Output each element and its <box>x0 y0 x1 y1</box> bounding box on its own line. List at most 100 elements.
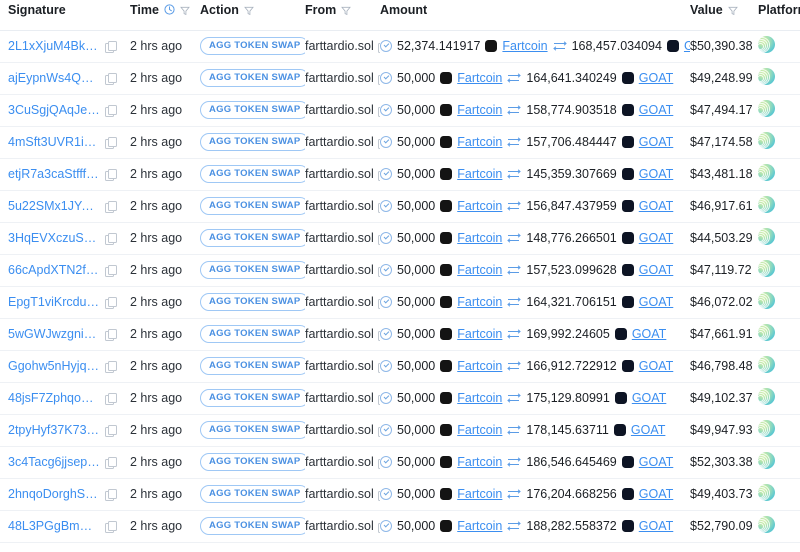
copy-icon[interactable] <box>105 40 117 53</box>
copy-icon[interactable] <box>105 264 117 277</box>
token-name-in[interactable]: Fartcoin <box>457 167 502 181</box>
action-badge[interactable]: AGG TOKEN SWAP <box>200 421 305 439</box>
jupiter-platform-icon[interactable] <box>758 516 775 533</box>
token-name-in[interactable]: Fartcoin <box>457 327 502 341</box>
signature-link[interactable]: 3c4Tacg6jjsepXL1S... <box>8 455 100 469</box>
jupiter-platform-icon[interactable] <box>758 484 775 501</box>
table-row[interactable]: 66cApdXTN2fKNaR... 2 hrs ago AGG TOKEN SWA… <box>0 254 800 287</box>
from-address[interactable]: farttardio.sol <box>305 39 374 53</box>
copy-icon[interactable] <box>105 296 117 309</box>
action-badge[interactable]: AGG TOKEN SWAP <box>200 453 305 471</box>
table-row[interactable]: 3CuSgjQAqJeuoJHQ... 2 hrs ago AGG TOKEN SW… <box>0 94 800 127</box>
token-name-in[interactable]: Fartcoin <box>457 103 502 117</box>
filter-icon-action[interactable] <box>244 5 254 15</box>
jupiter-platform-icon[interactable] <box>758 164 775 181</box>
jupiter-platform-icon[interactable] <box>758 324 775 341</box>
token-name-in[interactable]: Fartcoin <box>457 359 502 373</box>
copy-icon[interactable] <box>105 104 117 117</box>
copy-icon[interactable] <box>105 232 117 245</box>
copy-icon[interactable] <box>105 488 117 501</box>
action-badge[interactable]: AGG TOKEN SWAP <box>200 101 305 119</box>
token-name-out[interactable]: GOAT <box>639 295 674 309</box>
token-name-out[interactable]: GOAT <box>639 359 674 373</box>
action-badge[interactable]: AGG TOKEN SWAP <box>200 165 305 183</box>
token-name-out[interactable]: GOAT <box>639 519 674 533</box>
table-row[interactable]: 2tpyHyf37K73ViWK... 2 hrs ago AGG TOKEN SW… <box>0 414 800 447</box>
filter-icon-time[interactable] <box>180 5 190 15</box>
table-row[interactable]: EpgT1viKrcduYWg1... 2 hrs ago AGG TOKEN SW… <box>0 286 800 319</box>
action-badge[interactable]: AGG TOKEN SWAP <box>200 517 305 535</box>
from-address[interactable]: farttardio.sol <box>305 135 374 149</box>
jupiter-platform-icon[interactable] <box>758 132 775 149</box>
from-address[interactable]: farttardio.sol <box>305 327 374 341</box>
table-row[interactable]: 48L3PGgBmRXnqAc... 2 hrs ago AGG TOKEN SWA… <box>0 510 800 543</box>
action-badge[interactable]: AGG TOKEN SWAP <box>200 197 305 215</box>
signature-link[interactable]: 48L3PGgBmRXnqAc... <box>8 519 100 533</box>
signature-link[interactable]: 5wGWJwzgniHNefV... <box>8 327 100 341</box>
action-badge[interactable]: AGG TOKEN SWAP <box>200 133 305 151</box>
signature-link[interactable]: 3HqEVXczuSaPCqM... <box>8 231 100 245</box>
filter-icon-value[interactable] <box>727 5 738 15</box>
table-row[interactable]: 3HqEVXczuSaPCqM... 2 hrs ago AGG TOKEN SWA… <box>0 222 800 255</box>
action-badge[interactable]: AGG TOKEN SWAP <box>200 69 305 87</box>
from-address[interactable]: farttardio.sol <box>305 487 374 501</box>
copy-icon[interactable] <box>105 168 117 181</box>
copy-icon[interactable] <box>105 392 117 405</box>
copy-icon[interactable] <box>105 520 117 533</box>
token-name-out[interactable]: GOAT <box>639 167 674 181</box>
action-badge[interactable]: AGG TOKEN SWAP <box>200 485 305 503</box>
table-row[interactable]: Ggohw5nHyjqT2DjQ... 2 hrs ago AGG TOKEN SW… <box>0 350 800 383</box>
from-address[interactable]: farttardio.sol <box>305 519 374 533</box>
copy-icon[interactable] <box>105 424 117 437</box>
token-name-in[interactable]: Fartcoin <box>457 71 502 85</box>
action-badge[interactable]: AGG TOKEN SWAP <box>200 357 305 375</box>
jupiter-platform-icon[interactable] <box>758 228 775 245</box>
from-address[interactable]: farttardio.sol <box>305 71 374 85</box>
jupiter-platform-icon[interactable] <box>758 452 775 469</box>
from-address[interactable]: farttardio.sol <box>305 263 374 277</box>
token-name-out[interactable]: GOAT <box>632 391 667 405</box>
action-badge[interactable]: AGG TOKEN SWAP <box>200 389 305 407</box>
clock-icon[interactable] <box>164 4 175 15</box>
from-address[interactable]: farttardio.sol <box>305 199 374 213</box>
copy-icon[interactable] <box>105 328 117 341</box>
token-name-in[interactable]: Fartcoin <box>457 199 502 213</box>
jupiter-platform-icon[interactable] <box>758 292 775 309</box>
token-name-in[interactable]: Fartcoin <box>457 135 502 149</box>
table-row[interactable]: 2L1xXjuM4BkYudw... 2 hrs ago AGG TOKEN SWA… <box>0 30 800 63</box>
filter-icon-from[interactable] <box>341 5 352 15</box>
jupiter-platform-icon[interactable] <box>758 260 775 277</box>
table-row[interactable]: 4mSft3UVR1imzdytT... 2 hrs ago AGG TOKEN S… <box>0 126 800 159</box>
from-address[interactable]: farttardio.sol <box>305 103 374 117</box>
signature-link[interactable]: 2hnqoDorghSr6pfJj... <box>8 487 100 501</box>
action-badge[interactable]: AGG TOKEN SWAP <box>200 261 305 279</box>
token-name-out[interactable]: GOAT <box>639 199 674 213</box>
token-name-in[interactable]: Fartcoin <box>457 487 502 501</box>
table-row[interactable]: 48jsF7ZphqouAP5Q... 2 hrs ago AGG TOKEN SW… <box>0 382 800 415</box>
action-badge[interactable]: AGG TOKEN SWAP <box>200 293 305 311</box>
token-name-out[interactable]: GOAT <box>639 263 674 277</box>
action-badge[interactable]: AGG TOKEN SWAP <box>200 37 305 55</box>
token-name-out[interactable]: GOAT <box>631 423 666 437</box>
copy-icon[interactable] <box>105 456 117 469</box>
from-address[interactable]: farttardio.sol <box>305 231 374 245</box>
token-name-in[interactable]: Fartcoin <box>457 455 502 469</box>
signature-link[interactable]: Ggohw5nHyjqT2DjQ... <box>8 359 100 373</box>
token-name-in[interactable]: Fartcoin <box>457 295 502 309</box>
jupiter-platform-icon[interactable] <box>758 196 775 213</box>
signature-link[interactable]: 2L1xXjuM4BkYudw... <box>8 39 100 53</box>
from-address[interactable]: farttardio.sol <box>305 295 374 309</box>
jupiter-platform-icon[interactable] <box>758 36 775 53</box>
copy-icon[interactable] <box>105 136 117 149</box>
from-address[interactable]: farttardio.sol <box>305 423 374 437</box>
token-name-in[interactable]: Fartcoin <box>457 263 502 277</box>
token-name-in[interactable]: Fartcoin <box>457 519 502 533</box>
signature-link[interactable]: 2tpyHyf37K73ViWK... <box>8 423 100 437</box>
signature-link[interactable]: ajEypnWs4QVAkeoZ... <box>8 71 100 85</box>
copy-icon[interactable] <box>105 200 117 213</box>
table-row[interactable]: 2hnqoDorghSr6pfJj... 2 hrs ago AGG TOKEN S… <box>0 478 800 511</box>
signature-link[interactable]: 66cApdXTN2fKNaR... <box>8 263 100 277</box>
signature-link[interactable]: etjR7a3caStfffqfUkC... <box>8 167 100 181</box>
jupiter-platform-icon[interactable] <box>758 356 775 373</box>
token-name-out[interactable]: GOAT <box>639 487 674 501</box>
